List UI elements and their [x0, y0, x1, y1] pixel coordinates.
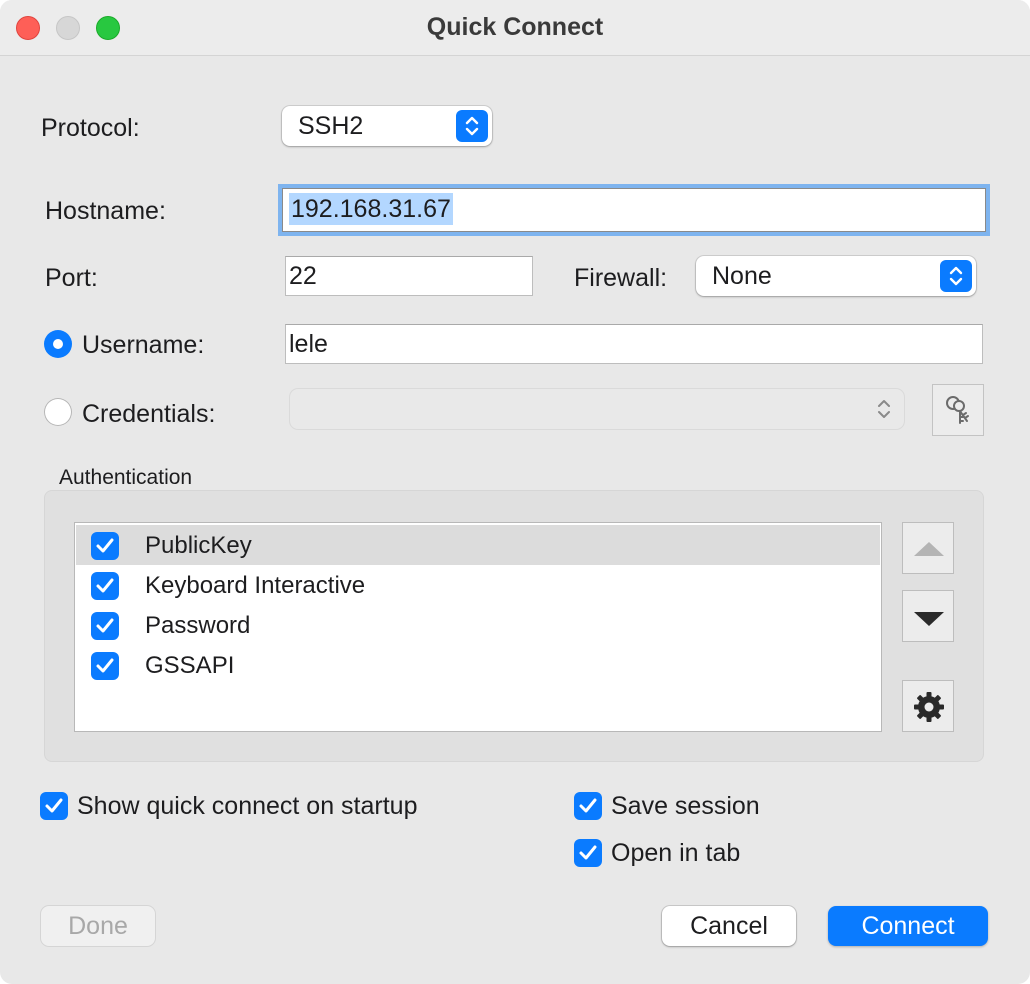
- save-session-checkbox[interactable]: [574, 792, 602, 820]
- connect-button[interactable]: Connect: [828, 906, 988, 946]
- auth-method-row[interactable]: Password: [76, 605, 880, 645]
- protocol-select[interactable]: SSH2: [282, 106, 492, 146]
- checkmark-icon: [96, 618, 114, 633]
- auth-method-row[interactable]: GSSAPI: [76, 645, 880, 685]
- port-value: 22: [289, 262, 317, 290]
- auth-method-label: PublicKey: [145, 532, 252, 559]
- window-title: Quick Connect: [426, 13, 604, 41]
- checkmark-icon: [45, 798, 63, 813]
- authentication-title: Authentication: [59, 466, 193, 489]
- password-checkbox[interactable]: [91, 612, 119, 640]
- auth-method-label: GSSAPI: [145, 652, 235, 679]
- username-value: lele: [289, 330, 328, 358]
- move-down-button[interactable]: [902, 590, 954, 642]
- port-label: Port:: [45, 264, 98, 292]
- auth-method-row[interactable]: PublicKey: [76, 525, 880, 565]
- open-in-tab-checkbox[interactable]: [574, 839, 602, 867]
- publickey-checkbox[interactable]: [91, 532, 119, 560]
- checkmark-icon: [96, 538, 114, 553]
- open-in-tab-label: Open in tab: [611, 839, 741, 867]
- stepper-icon: [876, 398, 892, 425]
- credentials-radio[interactable]: [44, 398, 72, 426]
- stepper-icon: [456, 110, 488, 142]
- username-label: Username:: [82, 331, 205, 359]
- arrow-up-icon: [914, 542, 944, 556]
- firewall-value: None: [712, 262, 772, 290]
- title-bar: Quick Connect: [0, 0, 1030, 56]
- firewall-label: Firewall:: [574, 264, 668, 292]
- gssapi-checkbox[interactable]: [91, 652, 119, 680]
- auth-method-row[interactable]: Keyboard Interactive: [76, 565, 880, 605]
- gear-icon: [914, 692, 944, 722]
- checkmark-icon: [579, 798, 597, 813]
- protocol-value: SSH2: [298, 112, 364, 140]
- arrow-down-icon: [914, 612, 944, 626]
- keyboard-interactive-checkbox[interactable]: [91, 572, 119, 600]
- hostname-value: 192.168.31.67: [289, 193, 453, 225]
- hostname-input[interactable]: 192.168.31.67: [282, 188, 986, 232]
- auth-settings-button[interactable]: [902, 680, 954, 732]
- username-input[interactable]: lele: [285, 324, 983, 364]
- username-radio[interactable]: [44, 330, 72, 358]
- credentials-label: Credentials:: [82, 400, 216, 428]
- show-on-startup-label: Show quick connect on startup: [77, 792, 418, 820]
- checkmark-icon: [96, 578, 114, 593]
- auth-method-label: Keyboard Interactive: [145, 572, 366, 599]
- protocol-label: Protocol:: [41, 114, 140, 142]
- firewall-select[interactable]: None: [696, 256, 976, 296]
- hostname-label: Hostname:: [45, 197, 166, 225]
- stepper-icon: [940, 260, 972, 292]
- checkmark-icon: [579, 845, 597, 860]
- save-session-label: Save session: [611, 792, 760, 820]
- cancel-button[interactable]: Cancel: [662, 906, 796, 946]
- quick-connect-window: Quick Connect Protocol: SSH2 Hostname: 1…: [0, 0, 1030, 984]
- done-button[interactable]: Done: [41, 906, 155, 946]
- checkmark-icon: [96, 658, 114, 673]
- show-on-startup-checkbox[interactable]: [40, 792, 68, 820]
- credentials-keys-button[interactable]: [932, 384, 984, 436]
- port-input[interactable]: 22: [285, 256, 533, 296]
- authentication-methods-list[interactable]: PublicKey Keyboard Interactive Password …: [74, 522, 882, 732]
- credentials-select[interactable]: [290, 389, 904, 429]
- auth-method-label: Password: [145, 612, 251, 639]
- move-up-button[interactable]: [902, 522, 954, 574]
